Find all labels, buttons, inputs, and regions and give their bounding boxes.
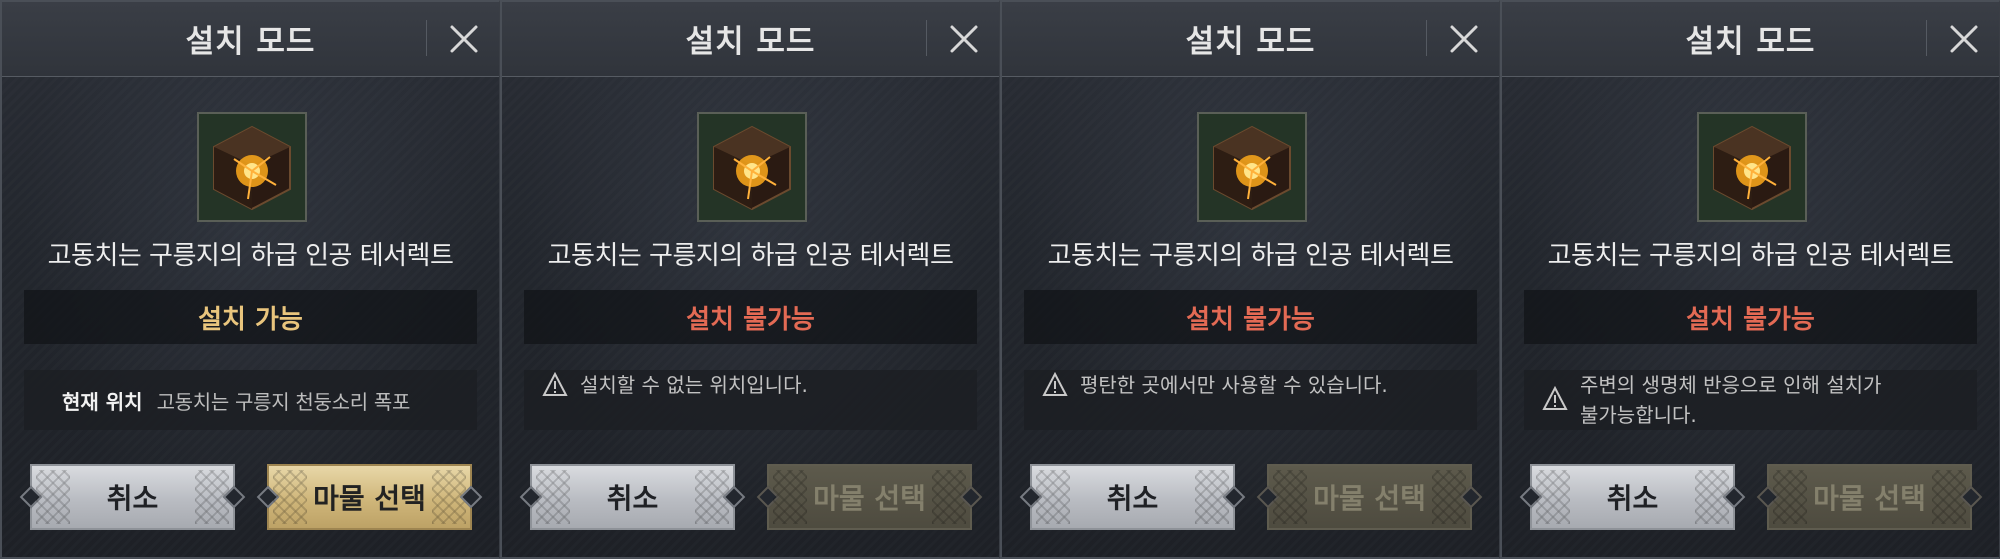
status-bar: 설치 불가능 [524,290,977,344]
panel-title: 설치 모드 [185,24,316,60]
select-monster-button[interactable]: 마물 선택 [1767,464,1972,530]
item-slot [197,112,307,222]
select-monster-button-label: 마물 선택 [313,482,426,515]
button-decoration [1273,470,1307,524]
status-bar: 설치 불가능 [1524,290,1977,344]
current-location-value: 고동치는 구릉지 천둥소리 폭포 [156,389,411,414]
warning-text: 평탄한 곳에서만 사용할 수 있습니다. [1080,370,1388,400]
warning-message: 설치할 수 없는 위치입니다. [524,370,977,430]
button-decoration [1432,470,1466,524]
warning-icon [1042,372,1068,396]
cancel-button-label: 취소 [1106,482,1159,515]
select-monster-button[interactable]: 마물 선택 [267,464,472,530]
item-slot [697,112,807,222]
cancel-button[interactable]: 취소 [530,464,735,530]
select-monster-button[interactable]: 마물 선택 [767,464,972,530]
header-divider [1426,20,1427,56]
warning-line: 설치할 수 없는 위치입니다. [580,373,808,397]
warning-text: 주변의 생명체 반응으로 인해 설치가 불가능합니다. [1580,370,1881,430]
warning-line: 평탄한 곳에서만 사용할 수 있습니다. [1080,373,1388,397]
close-icon [950,25,978,53]
install-mode-panel-1: 설치 모드 고동치는 구릉지의 하급 인공 테서렉트 설치 가능 현재 위치 고… [0,0,500,559]
status-bar: 설치 불가능 [1024,290,1477,344]
warning-line: 불가능합니다. [1580,403,1697,427]
close-icon [1450,25,1478,53]
glowing-cube-icon [1713,125,1791,211]
button-decoration [1695,470,1729,524]
item-slot [1197,112,1307,222]
current-location-label: 현재 위치 [62,389,143,414]
location-info: 현재 위치 고동치는 구릉지 천둥소리 폭포 [24,370,477,430]
close-button[interactable] [447,22,481,56]
cancel-button[interactable]: 취소 [1530,464,1735,530]
close-icon [1950,25,1978,53]
cancel-button-label: 취소 [606,482,659,515]
item-slot [1697,112,1807,222]
item-name: 고동치는 구릉지의 하급 인공 테서렉트 [547,241,954,271]
warning-line: 주변의 생명체 반응으로 인해 설치가 [1580,373,1882,397]
button-decoration [1536,470,1570,524]
install-status: 설치 불가능 [1186,304,1315,335]
close-button[interactable] [1447,22,1481,56]
header-divider [1926,20,1927,56]
button-decoration [432,470,466,524]
panel-header: 설치 모드 [1502,2,1999,77]
button-decoration [536,470,570,524]
glowing-cube-icon [713,125,791,211]
panel-title: 설치 모드 [1685,24,1816,60]
button-decoration [1773,470,1807,524]
close-button[interactable] [1947,22,1981,56]
install-status: 설치 가능 [198,304,303,335]
install-mode-panel-4: 설치 모드 고동치는 구릉지의 하급 인공 테서렉트 설치 불가능 주변의 생명… [1500,0,2000,559]
button-decoration [273,470,307,524]
panel-title: 설치 모드 [1185,24,1316,60]
install-mode-panel-3: 설치 모드 고동치는 구릉지의 하급 인공 테서렉트 설치 불가능 평탄한 곳에… [1000,0,1500,559]
close-button[interactable] [947,22,981,56]
status-bar: 설치 가능 [24,290,477,344]
header-divider [926,20,927,56]
warning-text: 설치할 수 없는 위치입니다. [580,370,808,400]
select-monster-button-label: 마물 선택 [813,482,926,515]
glowing-cube-icon [213,125,291,211]
install-status: 설치 불가능 [686,304,815,335]
install-mode-panel-2: 설치 모드 고동치는 구릉지의 하급 인공 테서렉트 설치 불가능 설치할 수 … [500,0,1000,559]
panel-header: 설치 모드 [1002,2,1499,77]
warning-message: 평탄한 곳에서만 사용할 수 있습니다. [1024,370,1477,430]
button-decoration [932,470,966,524]
close-icon [450,25,478,53]
button-decoration [195,470,229,524]
button-decoration [1195,470,1229,524]
cancel-button-label: 취소 [1606,482,1659,515]
install-status: 설치 불가능 [1686,304,1815,335]
warning-icon [1542,386,1568,410]
item-name: 고동치는 구릉지의 하급 인공 테서렉트 [1047,241,1454,271]
button-decoration [1932,470,1966,524]
cancel-button[interactable]: 취소 [1030,464,1235,530]
button-decoration [1036,470,1070,524]
header-divider [426,20,427,56]
glowing-cube-icon [1213,125,1291,211]
button-decoration [36,470,70,524]
button-decoration [695,470,729,524]
warning-message: 주변의 생명체 반응으로 인해 설치가 불가능합니다. [1524,370,1977,430]
button-decoration [773,470,807,524]
select-monster-button[interactable]: 마물 선택 [1267,464,1472,530]
cancel-button-label: 취소 [106,482,159,515]
warning-icon [542,372,568,396]
cancel-button[interactable]: 취소 [30,464,235,530]
select-monster-button-label: 마물 선택 [1313,482,1426,515]
panel-title: 설치 모드 [685,24,816,60]
panel-header: 설치 모드 [502,2,999,77]
item-name: 고동치는 구릉지의 하급 인공 테서렉트 [1547,241,1954,271]
item-name: 고동치는 구릉지의 하급 인공 테서렉트 [47,241,454,271]
panel-header: 설치 모드 [2,2,499,77]
select-monster-button-label: 마물 선택 [1813,482,1926,515]
